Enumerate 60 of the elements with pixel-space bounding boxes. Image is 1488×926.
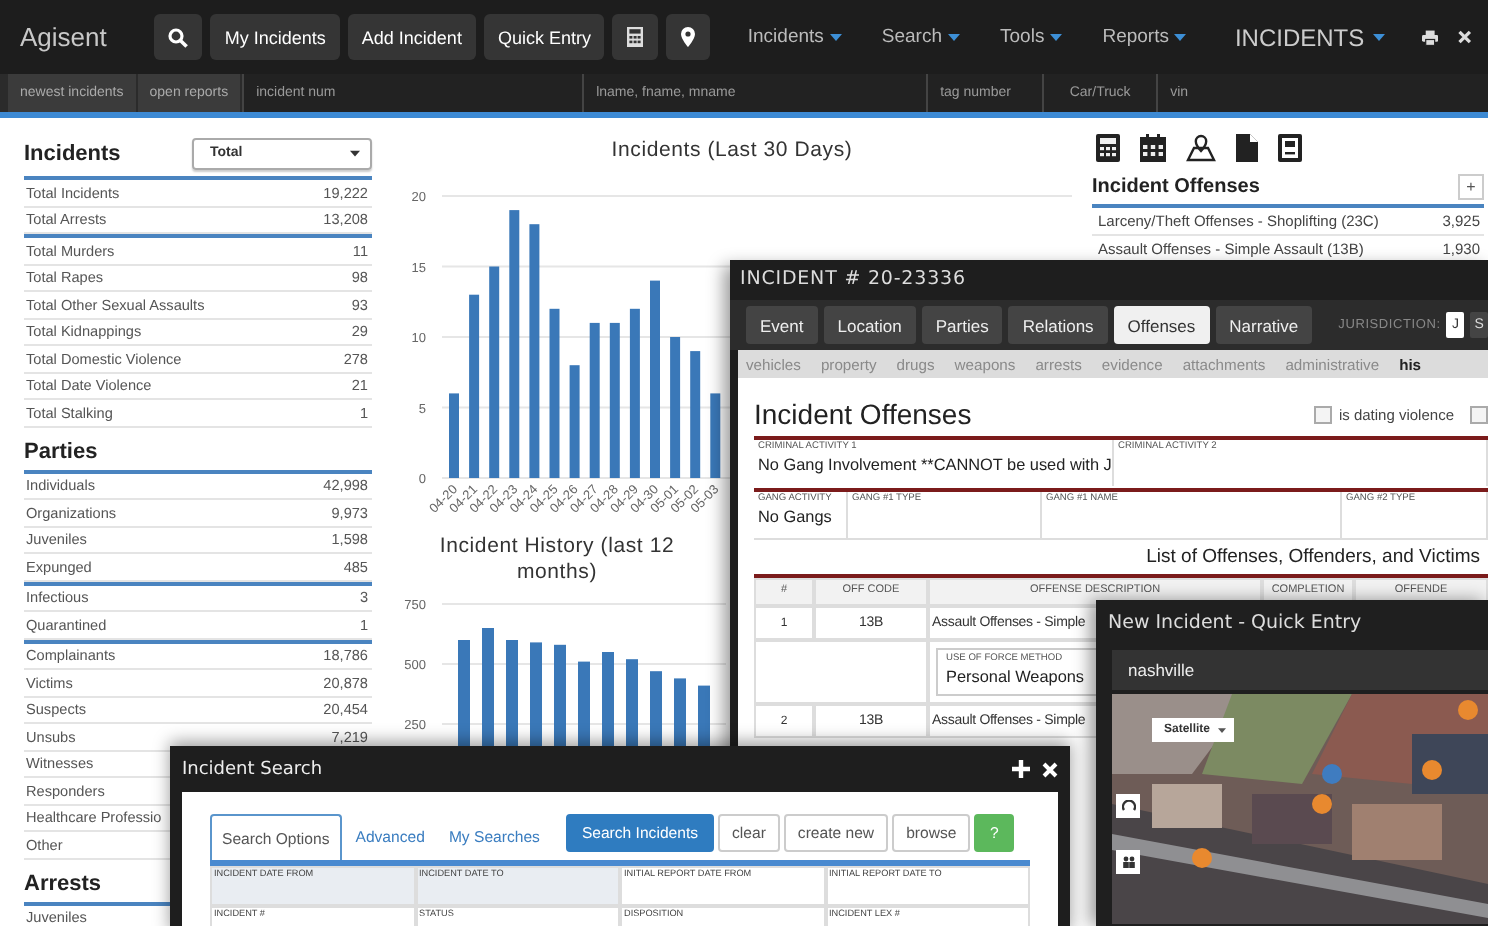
print-icon[interactable] xyxy=(1422,27,1439,47)
location-button[interactable] xyxy=(666,14,711,60)
map-icon[interactable] xyxy=(1186,134,1216,162)
plus-icon[interactable] xyxy=(1012,760,1030,778)
checkbox[interactable] xyxy=(1470,405,1488,423)
caret-icon xyxy=(1218,727,1227,733)
rotate-icon xyxy=(1121,800,1135,812)
report-icon[interactable] xyxy=(1278,134,1302,162)
people-button[interactable] xyxy=(1116,850,1140,874)
tab[interactable]: Offenses xyxy=(1113,306,1210,344)
caret-icon xyxy=(1372,33,1387,41)
section-title: Parties xyxy=(24,440,98,464)
caret-icon xyxy=(829,33,842,41)
nav-button[interactable]: My Incidents xyxy=(210,14,340,60)
people-icon xyxy=(1121,856,1135,868)
table-title: List of Offenses, Offenders, and Victims xyxy=(1144,546,1480,570)
nav-button[interactable]: Quick Entry xyxy=(483,14,605,60)
calculator-button[interactable] xyxy=(612,14,659,60)
calculator-icon[interactable] xyxy=(1096,134,1120,162)
chart-title: Incidents (Last 30 Days) xyxy=(609,138,855,162)
caret-icon xyxy=(1174,33,1187,41)
calculator-icon xyxy=(626,26,645,48)
nav-menu[interactable]: Reports xyxy=(1102,26,1187,48)
chart-bar xyxy=(569,365,580,478)
location-field[interactable]: nashville xyxy=(1112,650,1488,690)
window-title: INCIDENT # 20-23336 xyxy=(738,266,968,294)
section-title: Incidents xyxy=(24,141,121,165)
checkbox[interactable] xyxy=(1314,405,1333,423)
rotate-button[interactable] xyxy=(1116,794,1140,818)
section-heading: Incident Offenses xyxy=(754,398,972,430)
panel-title: Incident Offenses xyxy=(1092,176,1260,198)
tab[interactable]: Narrative xyxy=(1215,306,1313,344)
section-title: Arrests xyxy=(24,872,102,896)
chart-bar xyxy=(449,393,459,478)
chart-bar xyxy=(670,337,681,478)
nav-menu[interactable]: Incidents xyxy=(747,26,842,48)
tab[interactable]: Relations xyxy=(1008,306,1108,344)
calendar-icon[interactable] xyxy=(1140,134,1166,162)
map-pin-icon xyxy=(680,26,697,48)
chart-bar xyxy=(710,393,721,478)
nav-menu[interactable]: Search xyxy=(881,26,961,48)
nav-menu[interactable]: Tools xyxy=(1000,26,1063,48)
tab[interactable]: Parties xyxy=(921,306,1003,344)
search-icon xyxy=(168,27,189,47)
add-button[interactable]: + xyxy=(1458,174,1484,200)
chart-title: Incident History (last 12 months) xyxy=(437,534,677,586)
close-icon[interactable] xyxy=(1458,28,1472,46)
document-icon[interactable] xyxy=(1236,134,1258,162)
window-title: New Incident - Quick Entry xyxy=(1106,610,1364,638)
tab[interactable]: Event xyxy=(746,306,818,344)
caret-icon xyxy=(948,33,961,41)
window-title: Incident Search xyxy=(182,759,323,779)
tab[interactable]: Location xyxy=(823,306,916,344)
caret-icon xyxy=(350,149,360,157)
module-menu[interactable]: INCIDENTS xyxy=(1234,23,1387,51)
chart-bar xyxy=(690,351,701,478)
nav-button[interactable]: Add Incident xyxy=(347,14,476,60)
app-logo[interactable]: Agisent xyxy=(20,22,107,52)
search-button[interactable] xyxy=(154,14,203,60)
caret-icon xyxy=(1050,33,1063,41)
